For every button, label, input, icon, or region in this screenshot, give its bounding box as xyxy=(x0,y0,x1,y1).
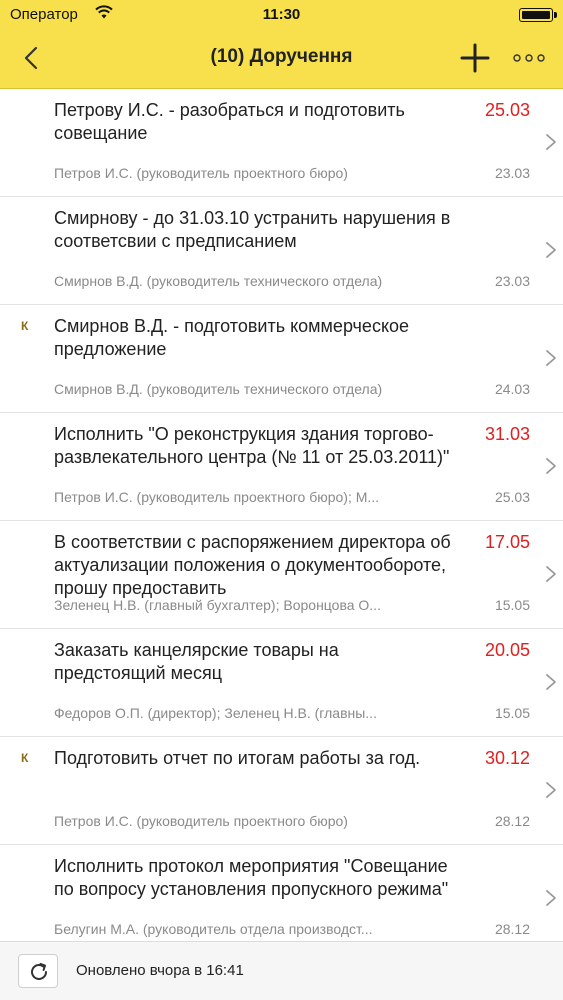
list-item[interactable]: Смирнову - до 31.03.10 устранить нарушен… xyxy=(0,197,563,305)
item-date: 28.12 xyxy=(494,921,530,937)
item-due-date: 30.12 xyxy=(484,748,530,768)
refresh-button[interactable] xyxy=(18,954,58,988)
refresh-icon xyxy=(31,963,47,980)
item-title: Исполнить протокол мероприятия "Совещани… xyxy=(54,856,449,899)
ellipsis-icon xyxy=(513,54,545,62)
item-title: Петрову И.С. - разобраться и подготовить… xyxy=(54,100,405,143)
item-due-date: 17.05 xyxy=(484,532,530,552)
item-date: 23.03 xyxy=(494,273,530,289)
item-assignee: Петров И.С. (руководитель проектного бюр… xyxy=(54,489,380,505)
item-title: Исполнить "О реконструкция здания торгов… xyxy=(54,424,450,467)
battery-icon xyxy=(519,8,557,22)
task-list: Петрову И.С. - разобраться и подготовить… xyxy=(0,89,563,941)
chevron-right-icon xyxy=(546,134,556,150)
add-button[interactable] xyxy=(457,40,493,76)
item-assignee: Смирнов В.Д. (руководитель технического … xyxy=(54,381,383,397)
bottom-bar: Оновлено вчора в 16:41 xyxy=(0,941,563,1000)
list-item[interactable]: Исполнить "О реконструкция здания торгов… xyxy=(0,413,563,521)
top-bar: Оператор 11:30 (10) Доручення xyxy=(0,0,563,89)
plus-icon xyxy=(460,43,490,73)
chevron-right-icon xyxy=(546,566,556,582)
item-date: 15.05 xyxy=(494,597,530,613)
nav-bar: (10) Доручення xyxy=(0,30,563,88)
chevron-right-icon xyxy=(546,350,556,366)
item-date: 25.03 xyxy=(494,489,530,505)
item-title: В соответствии с распоряжением директора… xyxy=(54,532,451,598)
last-updated-label: Оновлено вчора в 16:41 xyxy=(76,962,244,979)
list-item[interactable]: Исполнить протокол мероприятия "Совещани… xyxy=(0,845,563,941)
item-assignee: Смирнов В.Д. (руководитель технического … xyxy=(54,273,383,289)
item-title: Смирнов В.Д. - подготовить коммерческое … xyxy=(54,316,410,359)
control-marker: К xyxy=(21,319,29,333)
item-due-date: 20.05 xyxy=(484,640,530,660)
item-due-date: 25.03 xyxy=(484,100,530,120)
chevron-right-icon xyxy=(546,782,556,798)
item-assignee: Федоров О.П. (директор); Зеленец Н.В. (г… xyxy=(54,705,377,721)
item-date: 23.03 xyxy=(494,165,530,181)
item-assignee: Петров И.С. (руководитель проектного бюр… xyxy=(54,813,348,829)
control-marker: К xyxy=(21,751,29,765)
more-button[interactable] xyxy=(511,48,547,68)
chevron-right-icon xyxy=(546,674,556,690)
list-item[interactable]: Заказать канцелярские товары на предстоя… xyxy=(0,629,563,737)
item-date: 15.05 xyxy=(494,705,530,721)
item-title: Смирнову - до 31.03.10 устранить нарушен… xyxy=(54,208,451,251)
item-date: 24.03 xyxy=(494,381,530,397)
item-assignee: Белугин М.А. (руководитель отдела произв… xyxy=(54,921,373,937)
item-title: Подготовить отчет по итогам работы за го… xyxy=(54,748,421,768)
list-item[interactable]: Петрову И.С. - разобраться и подготовить… xyxy=(0,89,563,197)
item-date: 28.12 xyxy=(494,813,530,829)
list-item[interactable]: К Подготовить отчет по итогам работы за … xyxy=(0,737,563,845)
item-assignee: Зеленец Н.В. (главный бухгалтер); Воронц… xyxy=(54,597,381,613)
item-title: Заказать канцелярские товары на предстоя… xyxy=(54,640,339,683)
status-bar: Оператор 11:30 xyxy=(0,0,563,30)
status-time: 11:30 xyxy=(262,6,301,23)
chevron-right-icon xyxy=(546,458,556,474)
chevron-right-icon xyxy=(546,242,556,258)
list-item[interactable]: В соответствии с распоряжением директора… xyxy=(0,521,563,629)
item-due-date: 31.03 xyxy=(484,424,530,444)
chevron-right-icon xyxy=(546,890,556,906)
item-assignee: Петров И.С. (руководитель проектного бюр… xyxy=(54,165,348,181)
list-item[interactable]: К Смирнов В.Д. - подготовить коммерческо… xyxy=(0,305,563,413)
